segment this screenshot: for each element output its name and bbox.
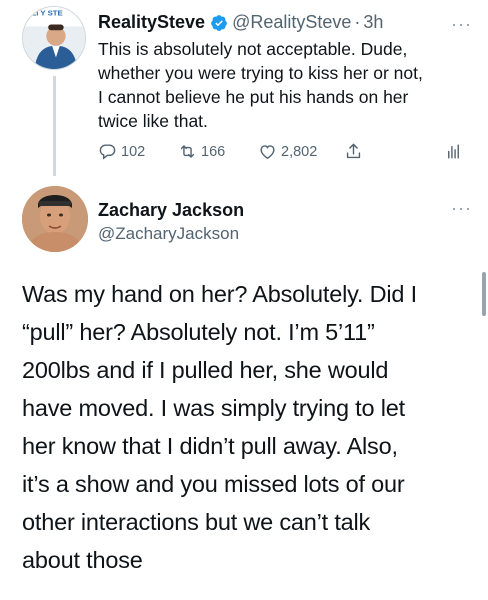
heart-icon (260, 145, 275, 160)
like-button[interactable]: 2,802 (258, 142, 317, 161)
realitysteve-avatar-image: ALI Y STE (23, 7, 85, 69)
reply-tweet-text: This is absolutely not acceptable. Dude,… (98, 37, 470, 133)
stats-icon (448, 144, 459, 159)
text-line: Was my hand on her? Absolutely. Did I (22, 281, 417, 307)
stats-button[interactable] (444, 142, 467, 161)
text-line: I cannot believe he put his hands on her (98, 87, 409, 107)
text-line: This is absolutely not acceptable. Dude, (98, 39, 408, 59)
text-line: twice like that. (98, 111, 208, 131)
author-name[interactable]: RealitySteve (98, 12, 205, 33)
reply-button[interactable]: 102 (98, 142, 145, 161)
more-options-button[interactable]: ··· (451, 14, 472, 35)
author-name[interactable]: Zachary Jackson (98, 200, 244, 221)
author-handle[interactable]: @RealitySteve (232, 12, 351, 33)
text-line: 200lbs and if I pulled her, she would (22, 357, 389, 383)
text-line: whether you were trying to kiss her or n… (98, 63, 423, 83)
retweet-count: 166 (201, 143, 226, 160)
realitysteve-avatar[interactable]: ALI Y STE (22, 6, 86, 70)
reply-icon (99, 144, 116, 160)
reply-tweet-header: RealitySteve @RealitySteve · 3h (98, 12, 383, 33)
thread-connector-line (53, 76, 56, 176)
text-line: other interactions but we can’t talk (22, 509, 371, 535)
zachary-jackson-avatar-image (22, 186, 88, 252)
tweet-action-bar: 102 166 2,802 (98, 142, 468, 164)
author-handle[interactable]: @ZacharyJackson (98, 224, 239, 244)
text-line: have moved. I was simply trying to let (22, 395, 405, 421)
text-line: her know that I didn’t pull away. Also, (22, 433, 398, 459)
svg-text:ALI Y STE: ALI Y STE (26, 9, 63, 18)
share-button[interactable] (344, 142, 367, 161)
meta-separator: · (354, 12, 361, 32)
share-icon (346, 143, 361, 159)
main-tweet-text: Was my hand on her? Absolutely. Did I “p… (22, 275, 472, 579)
retweet-icon (180, 145, 195, 158)
tweet-timestamp[interactable]: 3h (363, 12, 383, 33)
text-line: about those (22, 547, 143, 573)
scrollbar-thumb[interactable] (482, 272, 486, 316)
retweet-button[interactable]: 166 (178, 142, 225, 161)
like-count: 2,802 (281, 143, 318, 160)
more-options-button[interactable]: ··· (451, 198, 472, 219)
verified-badge-icon (211, 14, 227, 31)
reply-count: 102 (121, 143, 146, 160)
zachary-jackson-avatar[interactable] (22, 186, 88, 252)
text-line: it’s a show and you missed lots of our (22, 471, 405, 497)
text-line: “pull” her? Absolutely not. I’m 5’11” (22, 319, 375, 345)
reply-context-tweet[interactable]: ALI Y STE RealitySteve @RealitySteve · 3… (0, 0, 488, 176)
